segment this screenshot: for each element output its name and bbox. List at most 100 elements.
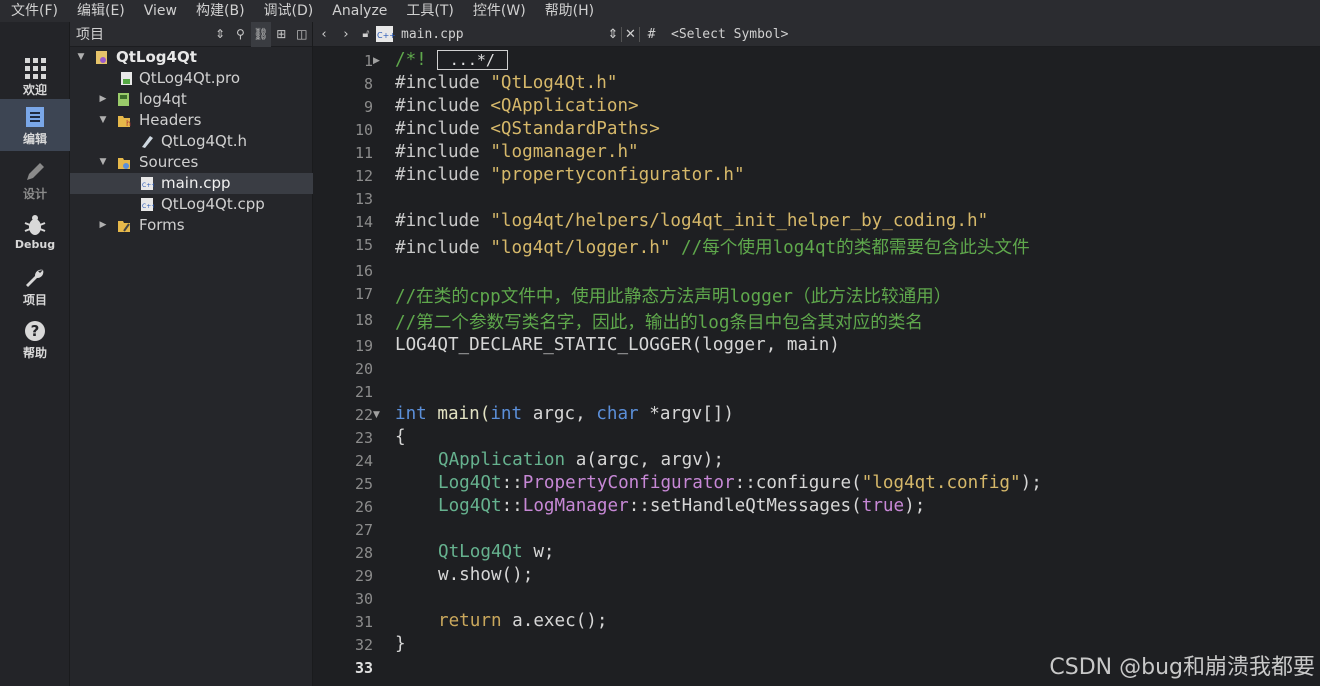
grid-icon (25, 58, 46, 79)
forward-arrow-icon[interactable]: › (335, 27, 357, 42)
line-number-current: 33 (354, 659, 373, 677)
line-number: 18 (354, 311, 373, 329)
folder-header-icon: h (118, 116, 131, 128)
line-number: 8 (363, 75, 373, 93)
mode-debug[interactable]: Debug (0, 207, 70, 259)
line-number: 28 (354, 544, 373, 562)
code-line: int main(int argc, char *argv[]) (395, 404, 734, 424)
tree-item-headers[interactable]: ▼ h Headers (70, 110, 313, 131)
line-number: 21 (354, 383, 373, 401)
code-line: #include <QApplication> (395, 96, 639, 116)
menu-tools[interactable]: 工具(T) (395, 0, 461, 22)
line-number: 17 (354, 285, 373, 303)
menu-view[interactable]: View (133, 0, 185, 22)
code-line: /*! ...*/ (395, 50, 508, 70)
line-number: 14 (354, 213, 373, 231)
mode-project-label: 项目 (22, 293, 47, 307)
tree-item-log4qt[interactable]: ▶ log4qt (70, 89, 313, 110)
mode-help[interactable]: ? 帮助 (0, 313, 70, 365)
mode-edit[interactable]: 编辑 (0, 99, 70, 151)
line-number: 24 (354, 452, 373, 470)
lock-icon[interactable]: 🔓︎ (357, 27, 375, 41)
code-line: #include "propertyconfigurator.h" (395, 165, 745, 185)
watermark: CSDN @bug和崩溃我都要 (1049, 655, 1315, 680)
project-view-selector[interactable]: 项目 (70, 24, 210, 44)
chevron-right-icon[interactable]: ▶ (98, 215, 108, 236)
menu-help[interactable]: 帮助(H) (534, 0, 602, 22)
line-number: 26 (354, 498, 373, 516)
code-line: return a.exec(); (438, 611, 608, 631)
pencil-icon (27, 163, 44, 180)
tree-item-header1[interactable]: QtLog4Qt.h (70, 131, 313, 152)
line-number: 13 (354, 190, 373, 208)
close-document-icon[interactable]: ✕ (621, 26, 639, 42)
back-arrow-icon[interactable]: ‹ (313, 27, 335, 42)
code-line: //第二个参数写类名字，因此，输出的log条目中包含其对应的类名 (395, 313, 923, 333)
menu-analyze[interactable]: Analyze (321, 0, 395, 22)
line-number: 20 (354, 360, 373, 378)
menu-edit[interactable]: 编辑(E) (66, 0, 133, 22)
code-line: Log4Qt::LogManager::setHandleQtMessages(… (438, 496, 926, 516)
help-icon: ? (25, 321, 45, 341)
library-icon (118, 93, 129, 106)
tree-label: Forms (139, 216, 185, 234)
updown-arrows-icon[interactable]: ⇕ (210, 22, 230, 47)
tree-item-forms[interactable]: ▶ Forms (70, 215, 313, 236)
filter-icon[interactable]: ⚲ (230, 22, 250, 47)
wrench-icon (26, 269, 44, 287)
open-file-selector[interactable]: main.cpp (395, 27, 605, 42)
updown-arrows-icon[interactable]: ⇕ (605, 27, 621, 42)
chevron-down-icon[interactable]: ▼ (76, 47, 86, 68)
code-line: #include "log4qt/helpers/log4qt_init_hel… (395, 211, 989, 231)
line-number: 32 (354, 636, 373, 654)
mode-design-label: 设计 (22, 187, 47, 201)
line-number: 15 (354, 236, 373, 254)
mode-design[interactable]: 设计 (0, 154, 70, 206)
code-line: QApplication a(argc, argv); (438, 450, 724, 470)
tree-label: QtLog4Qt.cpp (161, 195, 265, 213)
code-line: } (395, 634, 406, 654)
menu-build[interactable]: 构建(B) (185, 0, 253, 22)
tree-label: QtLog4Qt (116, 48, 197, 66)
mode-project[interactable]: 项目 (0, 260, 70, 312)
tree-item-sources[interactable]: ▼ Sources (70, 152, 313, 173)
line-number: 25 (354, 475, 373, 493)
code-line: QtLog4Qt w; (438, 542, 555, 562)
tree-item-pro[interactable]: QtLog4Qt.pro (70, 68, 313, 89)
tree-label: Headers (139, 111, 202, 129)
code-line: #include "QtLog4Qt.h" (395, 73, 618, 93)
tree-item-qtlog4qt-cpp[interactable]: C++ QtLog4Qt.cpp (70, 194, 313, 215)
symbol-selector[interactable]: <Select Symbol> (663, 27, 788, 42)
cpp-file-icon: C++ (141, 177, 154, 190)
mode-welcome-label: 欢迎 (22, 83, 47, 97)
line-number: 11 (354, 144, 373, 162)
svg-text:C++: C++ (142, 203, 154, 210)
code-editor[interactable]: 1 8 9 10 11 12 13 14 15 16 17 18 19 20 2… (313, 47, 1320, 686)
link-icon[interactable]: ⛓ (250, 21, 272, 47)
svg-text:?: ? (31, 322, 40, 340)
chevron-down-icon[interactable]: ▼ (98, 152, 108, 173)
menu-debug[interactable]: 调试(D) (253, 0, 322, 22)
menu-file[interactable]: 文件(F) (0, 0, 66, 22)
fold-expand-icon[interactable]: ▶ (373, 56, 380, 66)
project-icon (96, 51, 107, 64)
hash-label: # (639, 26, 663, 42)
tree-label: log4qt (139, 90, 187, 108)
project-toolbar: 项目 ⇕ ⚲ ⛓ ⊞ ◫ (70, 21, 312, 47)
tree-item-root[interactable]: ▼ QtLog4Qt (70, 47, 313, 68)
close-pane-icon[interactable]: ◫ (292, 22, 312, 47)
fold-collapse-icon[interactable]: ▼ (373, 410, 380, 420)
mode-edit-label: 编辑 (22, 132, 47, 146)
folded-comment-box[interactable]: ...*/ (436, 50, 508, 70)
line-number: 1 (363, 52, 373, 70)
chevron-down-icon[interactable]: ▼ (98, 110, 108, 131)
document-icon (26, 107, 44, 127)
cpp-file-icon: C++ (376, 26, 395, 42)
mode-welcome[interactable]: 欢迎 (0, 50, 70, 102)
code-line: { (395, 427, 406, 447)
line-number: 19 (354, 337, 373, 355)
split-icon[interactable]: ⊞ (271, 22, 291, 47)
menu-widgets[interactable]: 控件(W) (462, 0, 534, 22)
chevron-right-icon[interactable]: ▶ (98, 89, 108, 110)
tree-item-main-cpp[interactable]: C++ main.cpp (70, 173, 313, 194)
